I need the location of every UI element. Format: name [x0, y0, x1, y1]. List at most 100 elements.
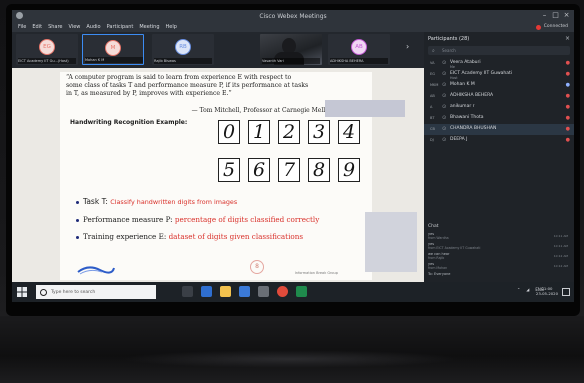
- chat-header[interactable]: Chat: [428, 224, 439, 229]
- digit-card: 4: [338, 120, 360, 144]
- menu-participant[interactable]: Participant: [107, 22, 134, 32]
- windows-start-icon[interactable]: [17, 287, 27, 297]
- bullet-dot: [76, 218, 79, 222]
- mic-muted-icon[interactable]: ●: [566, 71, 570, 77]
- search-icon: ⌕: [432, 48, 435, 54]
- digit-card: 2: [278, 120, 300, 144]
- digit-card: 7: [278, 158, 300, 182]
- participant-row[interactable]: VA ⊙ Veera Ataburi Me ●: [424, 58, 574, 69]
- handwriting-title: Handwriting Recognition Example:: [70, 119, 188, 126]
- network-icon[interactable]: ⌃: [517, 287, 520, 292]
- presentation-slide: “A computer program is said to learn fro…: [60, 72, 417, 280]
- participant-row[interactable]: AB ⊙ ADHIKSHA BEHERA ●: [424, 91, 574, 102]
- avatar: CB: [430, 127, 435, 131]
- taskbar-apps: [182, 286, 307, 297]
- chevron-right-icon[interactable]: ›: [406, 42, 416, 54]
- mic-muted-icon[interactable]: ●: [566, 93, 570, 99]
- avatar: DJ: [430, 138, 434, 142]
- bullet-task: Task T: Classify handwritten digits from…: [76, 197, 237, 206]
- video-tile[interactable]: AB ADHIKSHA BEHERA: [328, 34, 390, 65]
- notification-icon[interactable]: [562, 288, 570, 296]
- chat-message-list: yes from Wardha 10:11 AM yes from EICT A…: [428, 232, 570, 272]
- participants-header: Participants (28): [428, 36, 470, 42]
- close-icon[interactable]: ×: [565, 35, 570, 42]
- mic-muted-icon[interactable]: ●: [566, 137, 570, 143]
- video-tile[interactable]: RB Rajib Biswas: [152, 34, 214, 65]
- clock-date: 23-05-2020: [535, 291, 558, 296]
- participants-panel: Participants (28) × ⌕ Search VA ⊙ Veera …: [424, 32, 574, 282]
- chat-to-value: Everyone: [434, 272, 451, 276]
- computer-icon: ⊙: [442, 60, 447, 66]
- menu-audio[interactable]: Audio: [86, 22, 100, 32]
- computer-icon: ⊙: [442, 71, 447, 77]
- menu-edit[interactable]: Edit: [32, 22, 42, 32]
- search-icon: [40, 288, 47, 296]
- bullet-value: percentage of digits classified correctl…: [174, 215, 320, 224]
- avatar: AB: [430, 94, 435, 98]
- avatar: RB: [175, 39, 191, 55]
- participant-name: anikumar r: [450, 104, 475, 109]
- task-view-icon[interactable]: [182, 286, 193, 297]
- chat-message-sender: from Rajib: [428, 256, 445, 260]
- mic-muted-icon[interactable]: ●: [566, 60, 570, 66]
- digit-card: 0: [218, 120, 240, 144]
- bullet-value: Classify handwritten digits from images: [110, 198, 238, 206]
- webex-app-icon[interactable]: [296, 286, 307, 297]
- file-explorer-icon[interactable]: [220, 286, 231, 297]
- participant-search-input[interactable]: ⌕ Search: [428, 46, 570, 55]
- participant-row[interactable]: DJ ⊙ DEEPA J ●: [424, 135, 574, 146]
- taskbar-clock[interactable]: 21:00 23-05-2020: [536, 286, 558, 296]
- digit-card: 8: [308, 158, 330, 182]
- maximize-icon[interactable]: □: [552, 12, 559, 19]
- mic-muted-icon[interactable]: ●: [566, 126, 570, 132]
- video-tile[interactable]: EG EICT Academy IIT Gu...(Host): [16, 34, 78, 65]
- chat-recipient-select[interactable]: To: Everyone: [428, 272, 450, 276]
- bullet-dot: [76, 200, 79, 204]
- window-title: Cisco Webex Meetings: [259, 13, 327, 20]
- taskbar-search-input[interactable]: Type here to search: [36, 285, 156, 299]
- quote-line: “A computer program is said to learn fro…: [66, 74, 292, 81]
- menu-share[interactable]: Share: [48, 22, 62, 32]
- chat-message-sender: from Mohan: [428, 266, 448, 270]
- participant-name: CHANDRA BHUSHAN: [450, 126, 497, 131]
- bullet-dot: [76, 235, 79, 239]
- mic-muted-icon[interactable]: ●: [566, 104, 570, 110]
- mail-icon[interactable]: [258, 286, 269, 297]
- avatar: A: [430, 105, 433, 109]
- photo-scene: Cisco Webex Meetings – □ × File Edit Sha…: [0, 0, 584, 383]
- menu-meeting[interactable]: Meeting: [139, 22, 159, 32]
- participant-row[interactable]: BT ⊙ Bhawani Thota ●: [424, 113, 574, 124]
- participant-row[interactable]: EG ⊙ EICT Academy IIT Guwahati Host ●: [424, 69, 574, 80]
- participant-row[interactable]: MKM ⊙ Mohan K M ●: [424, 80, 574, 91]
- computer-icon: ⊙: [442, 104, 447, 110]
- bullet-label: Performance measure P:: [83, 215, 175, 224]
- store-icon[interactable]: [239, 286, 250, 297]
- volume-icon[interactable]: ◢: [526, 287, 529, 292]
- slide-footer: Information Break Group: [294, 271, 338, 275]
- menu-view[interactable]: View: [69, 22, 81, 32]
- avatar: BT: [430, 116, 435, 120]
- quote-line: in T, as measured by P, improves with ex…: [66, 90, 232, 97]
- chat-message: we can hear from Rajib 10:12 AM: [428, 252, 570, 262]
- tile-name: Mohan K M: [85, 57, 143, 63]
- institute-logo: [77, 266, 115, 275]
- mic-muted-icon[interactable]: ●: [566, 115, 570, 121]
- digit-card: 6: [248, 158, 270, 182]
- chrome-icon[interactable]: [277, 286, 288, 297]
- chat-message-sender: from EICT Academy IIT Guwahati: [428, 246, 481, 250]
- video-tile-active[interactable]: M Mohan K M: [82, 34, 144, 65]
- minimize-icon[interactable]: –: [541, 12, 548, 19]
- connection-status[interactable]: Connected: [535, 22, 568, 32]
- participant-row-selected[interactable]: CB ⊙ CHANDRA BHUSHAN ●: [424, 124, 574, 135]
- mic-active-icon[interactable]: ●: [566, 82, 570, 88]
- video-strip: EG EICT Academy IIT Gu...(Host) M Mohan …: [12, 32, 424, 68]
- camera-video-tile[interactable]: Vasanth Vari: [260, 34, 322, 65]
- computer-icon: ⊙: [442, 115, 447, 121]
- bullet-label: Task T:: [83, 197, 111, 206]
- close-icon[interactable]: ×: [563, 12, 570, 19]
- participant-row[interactable]: A ⊙ anikumar r ●: [424, 102, 574, 113]
- menu-help[interactable]: Help: [166, 22, 177, 32]
- participant-name: Mohan K M: [450, 82, 475, 87]
- menu-file[interactable]: File: [18, 22, 26, 32]
- edge-browser-icon[interactable]: [201, 286, 212, 297]
